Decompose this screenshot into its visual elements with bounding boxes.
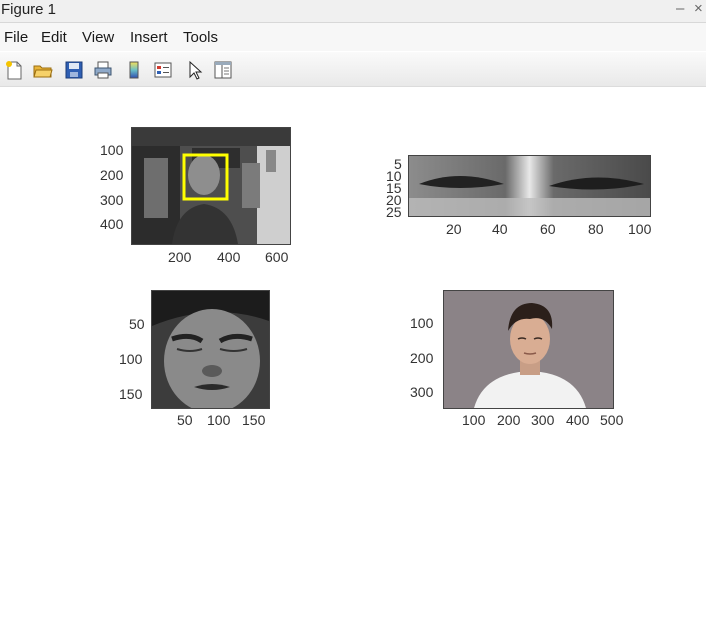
s3-ytick: 150 xyxy=(119,386,143,402)
s3-ytick: 100 xyxy=(119,351,143,367)
s4-ytick: 100 xyxy=(410,315,434,331)
s3-xtick: 50 xyxy=(177,412,193,428)
print-icon[interactable] xyxy=(93,60,113,80)
menu-view[interactable]: View xyxy=(82,29,114,46)
colorbar-icon[interactable] xyxy=(124,60,144,80)
menu-edit[interactable]: Edit xyxy=(41,29,67,46)
s4-xtick: 400 xyxy=(566,412,590,428)
s4-xtick: 500 xyxy=(600,412,624,428)
toolbar xyxy=(0,52,706,87)
save-icon[interactable] xyxy=(64,60,84,80)
s4-xtick: 200 xyxy=(497,412,521,428)
s3-ytick: 50 xyxy=(129,316,145,332)
subplot-4-reference-portrait xyxy=(443,290,614,409)
legend-icon[interactable] xyxy=(153,60,173,80)
s2-xtick: 20 xyxy=(446,221,462,237)
menu-file[interactable]: File xyxy=(4,29,28,46)
s3-xtick: 150 xyxy=(242,412,266,428)
s2-xtick: 100 xyxy=(628,221,652,237)
close-button[interactable]: × xyxy=(694,0,703,17)
s4-xtick: 300 xyxy=(531,412,555,428)
s1-xtick: 200 xyxy=(168,249,192,265)
s1-ytick: 400 xyxy=(100,216,124,232)
open-folder-icon[interactable] xyxy=(33,60,53,80)
s1-ytick: 300 xyxy=(100,192,124,208)
s2-xtick: 80 xyxy=(588,221,604,237)
title-bar: Figure 1 – × xyxy=(0,0,706,23)
s4-ytick: 200 xyxy=(410,350,434,366)
s4-ytick: 300 xyxy=(410,384,434,400)
s2-xtick: 60 xyxy=(540,221,556,237)
s3-xtick: 100 xyxy=(207,412,231,428)
window-title: Figure 1 xyxy=(1,1,57,18)
subplot-2-eye-region xyxy=(408,155,651,217)
s1-ytick: 100 xyxy=(100,142,124,158)
menu-insert[interactable]: Insert xyxy=(130,29,168,46)
menu-tools[interactable]: Tools xyxy=(183,29,218,46)
new-figure-icon[interactable] xyxy=(4,60,24,80)
menu-bar: File Edit View Insert Tools xyxy=(0,23,706,51)
s2-ytick: 25 xyxy=(386,204,402,220)
minimize-button[interactable]: – xyxy=(676,0,684,17)
s1-ytick: 200 xyxy=(100,167,124,183)
s2-xtick: 40 xyxy=(492,221,508,237)
s1-xtick: 600 xyxy=(265,249,289,265)
property-editor-icon[interactable] xyxy=(213,60,233,80)
subplot-1-webcam-frame xyxy=(131,127,291,245)
subplot-3-cropped-face xyxy=(151,290,270,409)
s4-xtick: 100 xyxy=(462,412,486,428)
pointer-icon[interactable] xyxy=(185,60,205,80)
s1-xtick: 400 xyxy=(217,249,241,265)
